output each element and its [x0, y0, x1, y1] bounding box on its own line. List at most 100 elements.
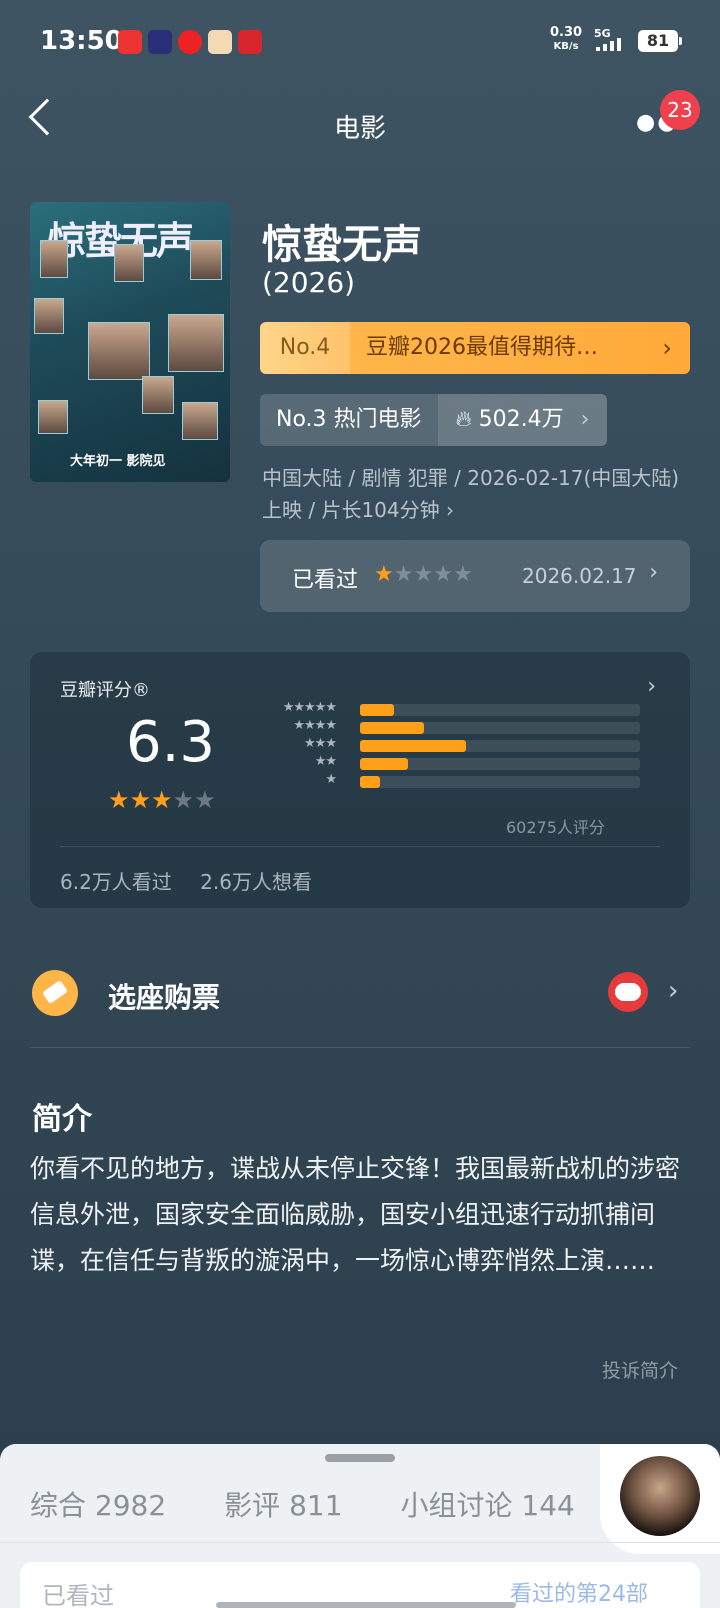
rating-bar-track — [360, 722, 640, 734]
watched-summary-label: 已看过 — [42, 1582, 114, 1608]
poster-face — [168, 314, 224, 372]
watched-count-label: 看过的第24部 — [510, 1582, 648, 1607]
rating-bar-fill — [360, 758, 408, 770]
chevron-right-icon: › — [649, 560, 658, 585]
signal-icon — [596, 38, 621, 51]
star-filled-icon: ★ — [374, 562, 394, 587]
divider — [30, 1047, 690, 1048]
rating-row-stars-label: ★★★ — [304, 736, 337, 751]
rank-list-name: 豆瓣2026最值得期待… — [350, 322, 690, 374]
rating-row-stars-label: ★★★★ — [293, 718, 337, 733]
poster-face — [190, 240, 222, 280]
battery-nub — [679, 37, 682, 45]
seen-count[interactable]: 6.2万人看过 — [60, 870, 172, 894]
rank-number: No.4 — [260, 322, 350, 374]
poster-face — [88, 322, 150, 380]
star-filled-icon: ★ — [129, 786, 152, 814]
rating-bar-track — [360, 758, 640, 770]
rating-header: 豆瓣评分® — [60, 680, 150, 701]
want-count[interactable]: 2.6万人想看 — [200, 870, 312, 894]
star-empty-icon: ★ — [452, 562, 473, 587]
rating-row-1-star: ★ — [246, 772, 640, 788]
intro-heading: 简介 — [32, 1102, 92, 1137]
rating-row-stars-label: ★★ — [314, 754, 337, 769]
hot-rank-label: No.3 热门电影 — [260, 394, 438, 446]
poster-face — [142, 376, 174, 414]
poster-tagline: 大年初一 影院见 — [70, 454, 166, 469]
tab-group-discussion[interactable]: 小组讨论 144 — [401, 1484, 575, 1524]
movie-meta[interactable]: 中国大陆 / 剧情 犯罪 / 2026-02-17(中国大陆)上映 / 片长10… — [262, 462, 682, 526]
rating-bar-fill — [360, 722, 425, 734]
home-indicator — [216, 1602, 516, 1608]
notification-icons — [118, 30, 262, 54]
chevron-right-icon: › — [580, 407, 590, 432]
rating-bar-fill — [360, 740, 467, 752]
douban-rating-card[interactable]: 豆瓣评分® › 6.3 ★★★★★ ★★★★★ ★★★★ ★★★ ★★ ★ 60275人… — [30, 652, 690, 908]
rating-row-stars-label: ★ — [325, 772, 337, 787]
star-empty-icon: ★ — [433, 562, 453, 587]
my-rating-stars[interactable]: ★★★★★ — [374, 562, 473, 587]
watched-date: 2026.02.17 — [522, 564, 637, 588]
drag-handle[interactable] — [325, 1454, 395, 1462]
star-empty-icon: ★ — [172, 786, 195, 814]
rating-bar-track — [360, 740, 640, 752]
movie-year: (2026) — [262, 266, 356, 299]
tv-icon — [148, 30, 172, 54]
poster-face — [38, 400, 68, 434]
rating-bar-fill — [360, 704, 394, 716]
rating-footer: 6.2万人看过 2.6万人想看 — [60, 866, 334, 895]
netease-music-icon — [178, 30, 202, 54]
buy-ticket-label[interactable]: 选座购票 — [108, 976, 220, 1016]
rating-row-2-star: ★★ — [246, 754, 640, 770]
star-empty-icon: ★ — [393, 562, 414, 587]
rating-row-3-star: ★★★ — [246, 736, 640, 752]
poster-face — [34, 298, 64, 334]
battery-icon: 81 — [638, 30, 678, 52]
maoyan-cat-icon[interactable] — [608, 972, 648, 1012]
chevron-right-icon: › — [662, 334, 672, 362]
rating-count: 60275人评分 — [506, 818, 605, 837]
star-filled-icon: ★ — [151, 786, 173, 814]
star-empty-icon: ★ — [194, 786, 216, 814]
my-rating-bar[interactable]: 已看过 ★★★★★ 2026.02.17 › — [260, 540, 690, 612]
poster-face — [40, 240, 68, 278]
rating-bar-track — [360, 776, 640, 788]
chevron-right-icon[interactable]: › — [668, 976, 678, 1006]
rating-row-stars-label: ★★★★★ — [282, 700, 337, 715]
tab-all[interactable]: 综合 2982 — [30, 1484, 166, 1524]
chevron-right-icon: › — [647, 674, 656, 699]
star-filled-icon: ★ — [108, 786, 130, 814]
toutiao-icon — [118, 30, 142, 54]
tab-bar: 综合 2982 影评 811 小组讨论 144 — [30, 1484, 575, 1524]
movie-title: 惊蛰无声 — [262, 222, 422, 268]
rating-bar-track — [360, 704, 640, 716]
star-empty-icon: ★ — [413, 562, 434, 587]
divider — [60, 846, 660, 847]
movie-poster[interactable]: 惊蛰无声 大年初一 影院见 — [30, 202, 230, 482]
watched-label: 已看过 — [292, 568, 359, 593]
flame-icon: 🔥︎ — [455, 407, 472, 432]
ticket-icon — [32, 970, 78, 1016]
network-speed-unit: KB/s — [553, 41, 579, 52]
pet-icon — [208, 30, 232, 54]
rating-row-5-star: ★★★★★ — [246, 700, 640, 716]
hot-ranking[interactable]: No.3 热门电影 🔥︎ 502.4万 › — [260, 394, 608, 446]
intro-text[interactable]: 你看不见的地方，谍战从未停止交锋！我国最新战机的涉密信息外泄，国家安全面临威胁，… — [30, 1146, 696, 1284]
poster-face — [114, 244, 144, 282]
avatar[interactable] — [620, 1456, 700, 1536]
rating-score: 6.3 — [126, 710, 216, 775]
heat-number: 502.4万 — [478, 407, 564, 432]
poster-face — [182, 402, 218, 440]
network-speed: 0.30 KB/s — [550, 26, 582, 54]
watched-summary-card[interactable]: 已看过 看过的第24部 — [20, 1562, 700, 1608]
notification-badge[interactable]: 23 — [660, 90, 700, 130]
report-intro-link[interactable]: 投诉简介 — [602, 1356, 678, 1383]
status-bar: 13:50 0.30 KB/s 5G 81 — [0, 0, 720, 84]
ranking-list-banner[interactable]: No.4 豆瓣2026最值得期待… › — [260, 322, 690, 374]
heat-value: 🔥︎ 502.4万 › — [437, 394, 608, 446]
page-title: 电影 — [333, 114, 386, 144]
rating-stars: ★★★★★ — [108, 786, 216, 814]
tab-reviews[interactable]: 影评 811 — [224, 1484, 342, 1524]
status-time: 13:50 — [40, 26, 123, 56]
rating-bar-fill — [360, 776, 380, 788]
